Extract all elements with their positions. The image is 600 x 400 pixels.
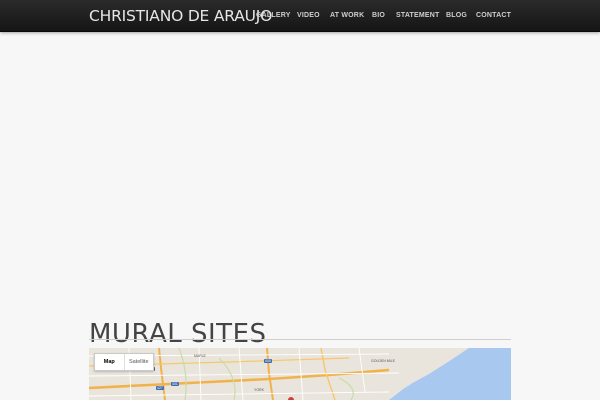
map-label-york: YORK xyxy=(254,388,264,392)
nav-gallery[interactable]: GALLERY xyxy=(256,12,291,19)
map-embed[interactable]: MAPLE YORK GOLDEN MILE 401 400 427 401 M… xyxy=(89,348,511,400)
title-divider xyxy=(89,339,511,340)
nav-blog[interactable]: BLOG xyxy=(446,12,467,19)
section-title: MURAL SITES xyxy=(89,319,267,350)
map-label-maple: MAPLE xyxy=(194,354,206,358)
nav-bio[interactable]: BIO xyxy=(372,12,385,19)
nav-contact[interactable]: CONTACT xyxy=(476,12,511,19)
map-shield-427: 427 xyxy=(156,386,164,390)
map-type-control: Map Satellite xyxy=(94,353,154,371)
nav-video[interactable]: VIDEO xyxy=(297,12,320,19)
nav-at-work[interactable]: AT WORK xyxy=(330,12,364,19)
map-type-satellite-button[interactable]: Satellite xyxy=(123,354,154,370)
map-label-golden-mile: GOLDEN MILE xyxy=(371,359,395,363)
top-navbar: CHRISTIANO DE ARAUJO GALLERY VIDEO AT WO… xyxy=(0,0,600,32)
map-shield-401-b: 401 xyxy=(171,382,179,386)
site-brand[interactable]: CHRISTIANO DE ARAUJO xyxy=(89,7,272,25)
nav-statement[interactable]: STATEMENT xyxy=(396,12,440,19)
map-shield-400: 400 xyxy=(264,359,272,363)
map-type-map-button[interactable]: Map xyxy=(95,354,124,370)
